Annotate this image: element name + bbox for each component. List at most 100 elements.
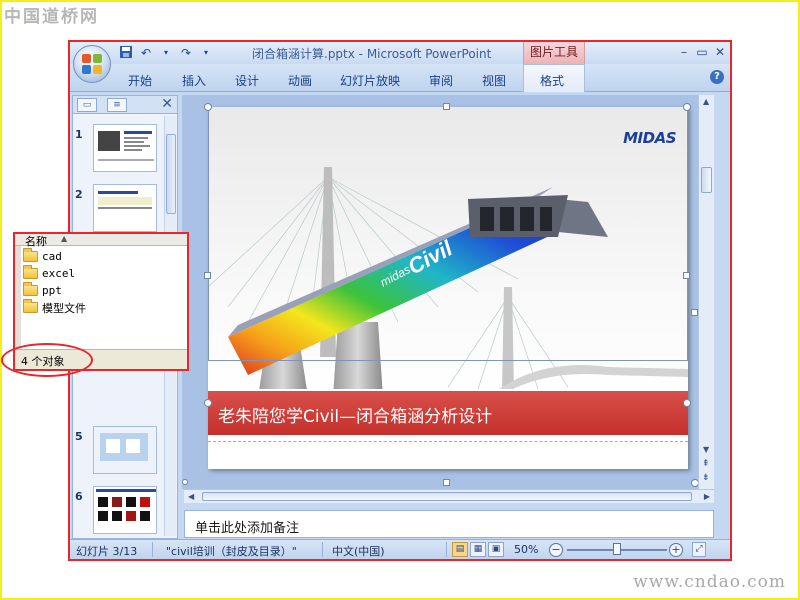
thumbnail-row[interactable]: 2	[73, 184, 165, 236]
pane-scroll-thumb[interactable]	[166, 134, 176, 214]
office-logo-icon	[82, 54, 102, 74]
tab-home[interactable]: 开始	[128, 72, 152, 89]
thumbnail-row[interactable]: 1	[73, 124, 165, 176]
notes-placeholder: 单击此处添加备注	[195, 521, 300, 536]
fit-to-window-icon[interactable]: ⤢	[692, 542, 706, 557]
tab-animation[interactable]: 动画	[288, 72, 312, 89]
zoom-slider-knob[interactable]	[613, 543, 621, 555]
customize-icon[interactable]: ▾	[198, 45, 214, 61]
normal-view-icon[interactable]: ▤	[452, 542, 468, 557]
theme-name: "civil培训（封皮及目录）"	[166, 545, 297, 558]
resize-handle[interactable]	[182, 479, 188, 485]
redo-icon[interactable]: ↷	[178, 45, 194, 61]
resize-handle[interactable]	[204, 272, 211, 279]
slide-thumbnail[interactable]	[93, 124, 157, 172]
column-header[interactable]: 名称 ▲	[15, 234, 187, 248]
tab-slideshow[interactable]: 幻灯片放映	[340, 72, 400, 89]
resize-handle[interactable]	[683, 399, 691, 407]
resize-handle[interactable]	[443, 103, 450, 110]
language-indicator[interactable]: 中文(中国)	[332, 543, 385, 559]
undo-dropdown-icon[interactable]: ▾	[158, 45, 174, 61]
thumbnail-row[interactable]: 6	[73, 486, 165, 538]
next-slide-icon[interactable]: ⇟	[702, 473, 710, 483]
folder-list: cad excel ppt 模型文件	[23, 248, 183, 316]
undo-icon[interactable]: ↶	[138, 45, 154, 61]
title-banner[interactable]: 老朱陪您学Civil—闭合箱涵分析设计	[208, 389, 688, 435]
scroll-left-icon[interactable]: ◀	[188, 492, 194, 501]
pane-close-icon[interactable]: ✕	[161, 96, 173, 112]
office-button[interactable]	[73, 45, 111, 83]
horizontal-scroll-thumb[interactable]	[202, 492, 692, 501]
slide-thumbnail[interactable]	[93, 184, 157, 232]
thumbnail-number: 1	[75, 128, 83, 141]
folder-name: 模型文件	[42, 301, 86, 315]
tab-design[interactable]: 设计	[235, 72, 259, 89]
status-divider	[322, 542, 323, 557]
slide-title: 老朱陪您学Civil—闭合箱涵分析设计	[218, 407, 493, 427]
close-icon[interactable]: ✕	[714, 44, 726, 60]
folder-item[interactable]: excel	[23, 265, 183, 282]
tab-format[interactable]: 格式	[540, 72, 564, 89]
picture-tools-group: 图片工具	[523, 42, 585, 64]
window-title: 闭合箱涵计算.pptx - Microsoft PowerPoint	[252, 47, 492, 61]
zoom-level[interactable]: 50%	[514, 543, 538, 556]
resize-handle[interactable]	[204, 399, 212, 407]
vertical-scroll-thumb[interactable]	[701, 167, 712, 193]
name-column-label: 名称	[25, 235, 47, 248]
slide-thumbnail[interactable]	[93, 426, 157, 474]
horizontal-scrollbar[interactable]: ◀ ▶	[184, 489, 714, 503]
thumbnail-number: 5	[75, 430, 83, 443]
ribbon-tabs: 开始 插入 设计 动画 幻灯片放映 审阅 视图 格式 ?	[70, 64, 730, 92]
folder-item[interactable]: cad	[23, 248, 183, 265]
outline-tab-icon[interactable]: ≡	[107, 98, 127, 112]
current-slide[interactable]: midas Civil MIDAS 老朱陪您学Civil—闭合箱涵分析设计	[208, 107, 688, 469]
help-icon[interactable]: ?	[710, 70, 724, 84]
folder-item[interactable]: 模型文件	[23, 299, 183, 316]
notes-pane[interactable]: 单击此处添加备注	[184, 510, 714, 538]
folder-item[interactable]: ppt	[23, 282, 183, 299]
tab-view[interactable]: 视图	[482, 72, 506, 89]
resize-handle[interactable]	[204, 103, 212, 111]
thumbnail-number: 6	[75, 490, 83, 503]
zoom-out-icon[interactable]: −	[549, 543, 563, 557]
sort-ascending-icon: ▲	[61, 234, 68, 243]
previous-slide-icon[interactable]: ⇞	[702, 459, 710, 469]
folder-name: ppt	[42, 284, 62, 297]
status-divider	[152, 542, 153, 557]
slideshow-view-icon[interactable]: ▣	[488, 542, 504, 557]
title-bar: ↶ ▾ ↷ ▾ 闭合箱涵计算.pptx - Microsoft PowerPoi…	[70, 42, 730, 64]
pane-tabs: ▭ ≡ ✕	[73, 96, 177, 114]
dashed-guide	[208, 441, 688, 442]
status-divider	[446, 542, 447, 557]
highlight-ellipse	[1, 343, 93, 377]
tab-review[interactable]: 审阅	[429, 72, 453, 89]
scroll-down-icon[interactable]: ▼	[703, 445, 709, 454]
resize-handle[interactable]	[443, 479, 450, 486]
thumbnail-row[interactable]: 5	[73, 426, 165, 478]
scroll-right-icon[interactable]: ▶	[704, 492, 710, 501]
folder-icon	[23, 248, 38, 262]
vertical-scrollbar[interactable]: ▲ ▼ ⇞ ⇟	[698, 95, 714, 489]
restore-icon[interactable]: ▭	[696, 44, 708, 60]
picture-selection-frame[interactable]	[208, 107, 688, 361]
slide-sorter-icon[interactable]: ▦	[470, 542, 486, 557]
zoom-in-icon[interactable]: +	[669, 543, 683, 557]
slide-editing-area: midas Civil MIDAS 老朱陪您学Civil—闭合箱涵分析设计 ▲ …	[182, 95, 714, 489]
minimize-icon[interactable]: –	[678, 44, 690, 60]
slide-thumbnail[interactable]	[93, 486, 157, 534]
quick-access-toolbar: ↶ ▾ ↷ ▾	[118, 45, 214, 61]
resize-handle[interactable]	[683, 103, 691, 111]
scroll-up-icon[interactable]: ▲	[703, 97, 709, 106]
folder-name: cad	[42, 250, 62, 263]
tab-insert[interactable]: 插入	[182, 72, 206, 89]
save-icon[interactable]	[118, 45, 134, 61]
folder-icon	[23, 299, 38, 313]
folder-name: excel	[42, 267, 76, 280]
status-bar: 幻灯片 3/13 "civil培训（封皮及目录）" 中文(中国) ▤ ▦ ▣ 5…	[70, 539, 730, 559]
watermark-top: 中国道桥网	[4, 7, 99, 27]
resize-handle[interactable]	[683, 272, 690, 279]
window-controls: – ▭ ✕	[678, 44, 726, 60]
slides-tab-icon[interactable]: ▭	[77, 98, 97, 112]
resize-handle[interactable]	[691, 309, 698, 316]
slide-position: 幻灯片 3/13	[76, 545, 138, 558]
